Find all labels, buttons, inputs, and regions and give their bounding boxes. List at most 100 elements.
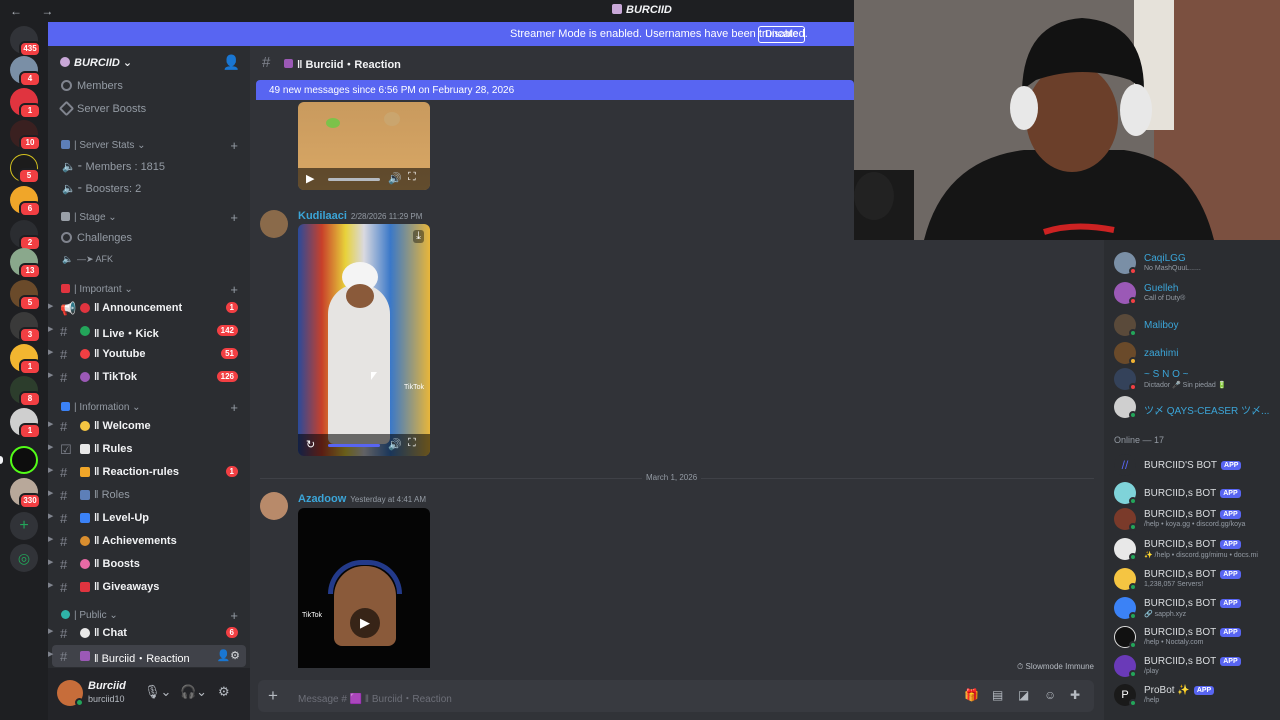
- gif-icon[interactable]: ▤: [992, 688, 1003, 702]
- member-item[interactable]: Maliboy: [1104, 312, 1280, 340]
- channel-chat[interactable]: ▶ # ‖ Chat 6: [48, 622, 250, 644]
- channel-level-up[interactable]: ▶ # ‖ Level-Up: [48, 507, 250, 529]
- fullscreen-icon[interactable]: ⛶: [408, 171, 416, 184]
- sticker-icon[interactable]: ◪: [1018, 688, 1029, 702]
- headphones-icon[interactable]: 🎧⌄: [180, 684, 207, 700]
- member-item[interactable]: zaahimi: [1104, 340, 1280, 368]
- message-author[interactable]: Azadoow Yesterday at 4:41 AM: [298, 493, 426, 505]
- create-channel-icon[interactable]: +: [230, 138, 238, 153]
- bot-member-item[interactable]: BURCIID,s BOT APP/play: [1104, 653, 1280, 681]
- settings-icon[interactable]: 👤⚙: [216, 649, 240, 662]
- server-icon-3[interactable]: 10: [10, 120, 41, 151]
- emoji-icon[interactable]: ☺: [1044, 688, 1056, 702]
- replay-icon[interactable]: ↻: [306, 438, 315, 451]
- bot-member-item[interactable]: BURCIID,s BOT APP ✨ /help • discord.gg/mim…: [1104, 536, 1280, 564]
- play-icon[interactable]: ▶: [306, 172, 314, 185]
- volume-icon[interactable]: 🔊: [388, 438, 402, 451]
- server-icon-8[interactable]: 5: [10, 280, 41, 311]
- stage-channel-challenges[interactable]: Challenges: [48, 228, 250, 248]
- message-input[interactable]: Message # 🟪 ‖ Burciid・Reaction: [298, 690, 452, 705]
- channel-rules[interactable]: ▶ ☑ ‖ Rules: [48, 438, 250, 460]
- voice-channel-members[interactable]: 🔈 ⁃ Members : 1815: [48, 156, 250, 176]
- bot-member-item[interactable]: //BURCIID'S BOT APP: [1104, 452, 1280, 480]
- gear-icon[interactable]: ⚙: [218, 684, 230, 700]
- server-icon-6[interactable]: 2: [10, 220, 41, 251]
- category-information[interactable]: | Information ⌄ +: [48, 400, 250, 416]
- apps-icon[interactable]: ✚: [1070, 688, 1080, 702]
- server-icon-12[interactable]: 1: [10, 408, 41, 439]
- members-item[interactable]: Members: [48, 76, 250, 96]
- history-nav[interactable]: ← →: [10, 4, 61, 18]
- avatar[interactable]: [260, 210, 288, 238]
- online-status-icon: [1129, 670, 1137, 678]
- channel-giveaways[interactable]: ▶ # ‖ Giveaways: [48, 576, 250, 598]
- create-channel-icon[interactable]: +: [230, 608, 238, 623]
- bot-member-item[interactable]: P ProBot ✨ APP/help: [1104, 682, 1280, 710]
- member-item[interactable]: ~ S N O ~ Dictador 🎤 Sin piedad 🔋: [1104, 366, 1280, 394]
- server-icon-9[interactable]: 3: [10, 312, 41, 343]
- server-icon-1[interactable]: 4: [10, 56, 41, 87]
- create-channel-icon[interactable]: +: [230, 400, 238, 415]
- direct-messages-button[interactable]: 435: [10, 26, 41, 57]
- chart-icon: [61, 140, 70, 149]
- microphone-icon[interactable]: 🎙⌄: [144, 684, 171, 700]
- invite-people-icon[interactable]: 👤: [223, 54, 240, 71]
- message-author[interactable]: Kudilaaci 2/28/2026 11:29 PM: [298, 210, 422, 222]
- video-progress[interactable]: [328, 178, 380, 181]
- play-icon[interactable]: ▶: [350, 608, 380, 638]
- category-stage[interactable]: | Stage ⌄ +: [48, 210, 250, 226]
- download-icon[interactable]: ⤓: [413, 230, 424, 243]
- server-boosts-item[interactable]: Server Boosts: [48, 99, 250, 119]
- channel-burciid-reaction[interactable]: ▶ # ‖ Burciid・Reaction 👤⚙: [48, 645, 246, 667]
- channel-live-kick[interactable]: ▶ # ‖ Live・Kick 142: [48, 320, 250, 342]
- channel-boosts[interactable]: ▶ # ‖ Boosts: [48, 553, 250, 575]
- message-composer[interactable]: + Message # 🟪 ‖ Burciid・Reaction 🎁 ▤ ◪ ☺…: [258, 680, 1094, 712]
- voice-channel-boosters[interactable]: 🔈 ⁃ Boosters: 2: [48, 178, 250, 198]
- category-important[interactable]: | Important ⌄ +: [48, 282, 250, 298]
- avatar[interactable]: [260, 492, 288, 520]
- category-server-stats[interactable]: | Server Stats ⌄ +: [48, 138, 250, 154]
- plus-icon[interactable]: +: [10, 512, 38, 540]
- new-messages-bar[interactable]: 49 new messages since 6:56 PM on Februar…: [256, 80, 854, 100]
- server-icon-7[interactable]: 13: [10, 248, 41, 279]
- channel-welcome[interactable]: ▶ # ‖ Welcome: [48, 415, 250, 437]
- bot-member-item[interactable]: BURCIID,s BOT APP/help • koya.gg • discor…: [1104, 506, 1280, 534]
- volume-icon[interactable]: 🔊: [388, 172, 402, 185]
- bot-member-item[interactable]: BURCIID,s BOT APP 🔗 sapph.xyz: [1104, 595, 1280, 623]
- server-icon-13[interactable]: 330: [10, 478, 41, 509]
- bot-member-item[interactable]: BURCIID,s BOT APP: [1104, 480, 1280, 508]
- video-attachment[interactable]: TikTok ▶: [298, 508, 430, 668]
- channel-announcement[interactable]: ▶ 📢 ‖ Announcement 1: [48, 297, 250, 319]
- server-icon-10[interactable]: 1: [10, 344, 41, 375]
- bot-member-item[interactable]: BURCIID,s BOT APP/help • Noctaly.com: [1104, 624, 1280, 652]
- server-icon-4[interactable]: 5: [10, 154, 40, 184]
- add-attachment-icon[interactable]: +: [268, 686, 278, 706]
- channel-achievements[interactable]: ▶ # ‖ Achievements: [48, 530, 250, 552]
- channel-youtube[interactable]: ▶ # ‖ Youtube 51: [48, 343, 250, 365]
- create-channel-icon[interactable]: +: [230, 282, 238, 297]
- server-icon-2[interactable]: 1: [10, 88, 41, 119]
- voice-channel-afk[interactable]: 🔈 —➤ AFK: [48, 250, 250, 270]
- video-attachment[interactable]: ⤓ TikTok ↻ 🔊 ⛶: [298, 224, 430, 456]
- video-attachment[interactable]: ▶ 🔊 ⛶: [298, 102, 430, 190]
- disable-streamer-mode-button[interactable]: Disable: [758, 26, 806, 43]
- guild-header[interactable]: BURCIID ⌄ 👤: [48, 46, 250, 78]
- channel-tiktok[interactable]: ▶ # ‖ TikTok 126: [48, 366, 250, 388]
- video-progress[interactable]: [328, 444, 380, 447]
- app-badge: APP: [1220, 489, 1241, 498]
- channel-emoji: [80, 326, 90, 336]
- member-item[interactable]: ツ〆 QAYS-CEASER ツ〆...: [1104, 394, 1280, 422]
- channel-roles[interactable]: ▶ # ‖ Roles: [48, 484, 250, 506]
- server-icon-5[interactable]: 6: [10, 186, 41, 217]
- gift-icon[interactable]: 🎁: [964, 688, 979, 702]
- kick-server-icon[interactable]: [10, 446, 38, 474]
- create-channel-icon[interactable]: +: [230, 210, 238, 225]
- streamer-mode-bar: Streamer Mode is enabled. Usernames have…: [48, 22, 854, 46]
- compass-icon[interactable]: ◎: [10, 544, 38, 572]
- server-icon-11[interactable]: 8: [10, 376, 41, 407]
- member-item[interactable]: CaqiLGG No MashQuuL......: [1104, 250, 1280, 278]
- fullscreen-icon[interactable]: ⛶: [408, 437, 416, 450]
- member-item[interactable]: Guelleh Call of Duty®: [1104, 280, 1280, 308]
- bot-member-item[interactable]: BURCIID,s BOT APP 1,238,057 Servers!: [1104, 566, 1280, 594]
- channel-reaction-rules[interactable]: ▶ # ‖ Reaction-rules 1: [48, 461, 250, 483]
